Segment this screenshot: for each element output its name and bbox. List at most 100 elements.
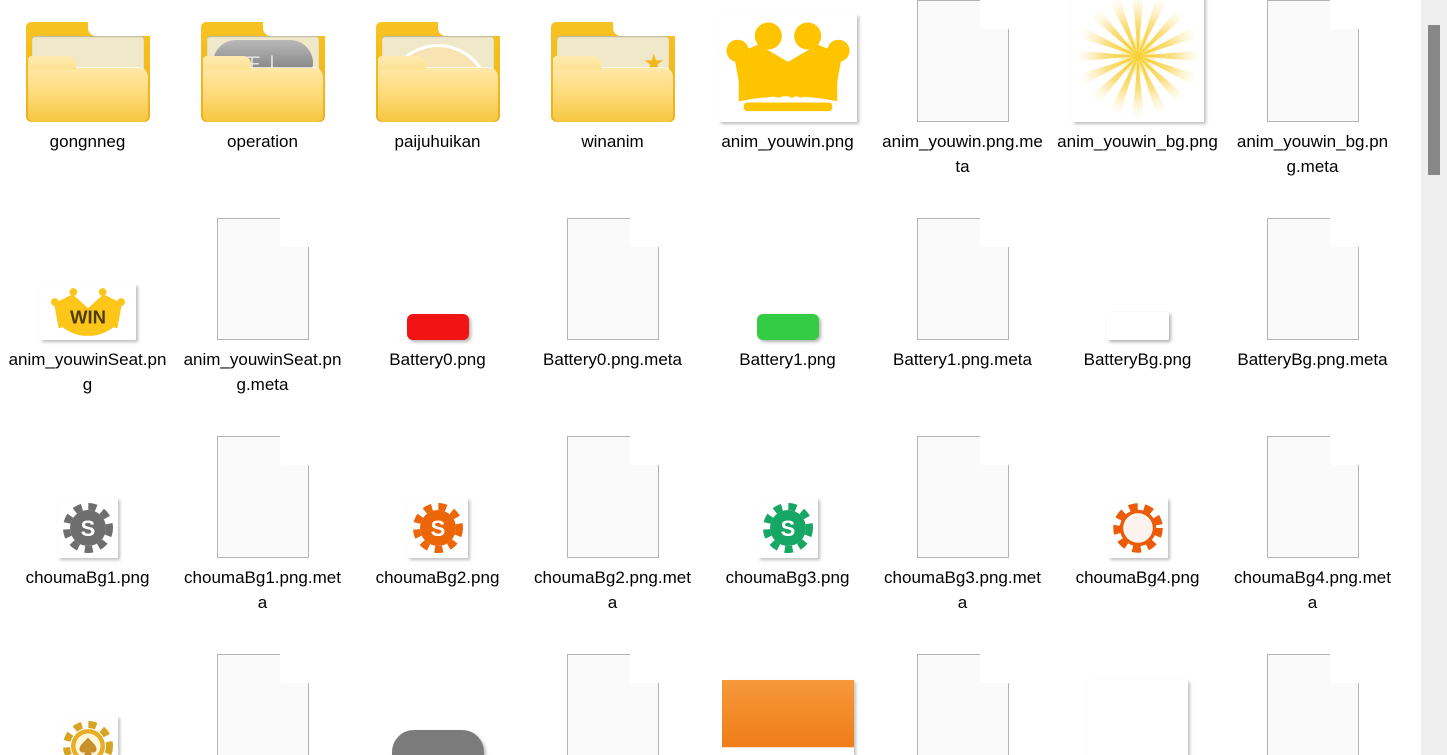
svg-text:S: S — [80, 516, 95, 541]
item-thumbnail — [1050, 0, 1225, 128]
item-thumbnail: S — [0, 424, 175, 564]
item-thumbnail — [0, 0, 175, 128]
item-thumbnail — [175, 206, 350, 346]
file-item[interactable]: 王丨 operation — [175, 0, 350, 154]
item-thumbnail — [1050, 424, 1225, 564]
file-item-label: choumaBg2.png — [375, 568, 500, 587]
file-item-label: choumaBg1.png — [25, 568, 150, 587]
file-item[interactable]: ★ winanim — [525, 0, 700, 154]
item-thumbnail — [1225, 424, 1400, 564]
battery-bar-icon — [406, 314, 469, 340]
file-item[interactable]: choumaBg1.png.meta — [175, 424, 350, 615]
svg-text:S: S — [780, 516, 795, 541]
file-item-label: winanim — [581, 132, 644, 151]
folder-icon — [375, 16, 500, 122]
item-thumbnail — [875, 0, 1050, 128]
file-item-label: gongnneg — [49, 132, 126, 151]
item-thumbnail: WIN — [700, 0, 875, 128]
file-item-label: BatteryBg.png — [1083, 350, 1192, 369]
file-page-icon — [216, 218, 309, 340]
file-item[interactable]: WIN anim_youwinSeat.png — [0, 206, 175, 397]
file-item-label: BatteryBg.png.meta — [1237, 350, 1388, 369]
file-item[interactable]: Battery1.png.meta — [875, 206, 1050, 372]
item-thumbnail — [525, 642, 700, 755]
item-thumbnail — [1225, 0, 1400, 128]
item-thumbnail — [1225, 642, 1400, 755]
item-thumbnail — [875, 206, 1050, 346]
file-item-label: anim_youwin_bg.png — [1057, 132, 1218, 151]
file-item[interactable] — [350, 642, 525, 755]
item-thumbnail — [1050, 642, 1225, 755]
file-item[interactable]: BatteryBg.png.meta — [1225, 206, 1400, 372]
item-thumbnail — [0, 642, 175, 755]
file-item-label: choumaBg3.png.meta — [884, 568, 1041, 612]
file-item[interactable] — [700, 642, 875, 755]
file-page-icon — [216, 436, 309, 558]
file-item[interactable]: choumaBg2.png.meta — [525, 424, 700, 615]
poker-chip-icon — [57, 716, 118, 755]
file-item[interactable]: BatteryBg.png — [1050, 206, 1225, 372]
folder-icon: ★ — [550, 16, 675, 122]
folder-icon — [25, 16, 150, 122]
file-item[interactable]: anim_youwin_bg.png.meta — [1225, 0, 1400, 179]
file-item[interactable]: gongnneg — [0, 0, 175, 154]
item-thumbnail: S — [700, 424, 875, 564]
file-item[interactable]: choumaBg4.png.meta — [1225, 424, 1400, 615]
file-item-label: operation — [227, 132, 298, 151]
file-explorer-content-pane[interactable]: gongnneg 王丨 operation paijuhuikan ★ winanim WI… — [0, 0, 1421, 755]
crown-win-seat-icon: WIN — [39, 284, 136, 340]
item-thumbnail: S — [350, 424, 525, 564]
item-thumbnail: ★ — [525, 0, 700, 128]
item-thumbnail: 王丨 — [175, 0, 350, 128]
file-item[interactable] — [1050, 642, 1225, 755]
item-thumbnail — [875, 642, 1050, 755]
file-page-icon — [1266, 436, 1359, 558]
file-item[interactable]: SchoumaBg3.png — [700, 424, 875, 590]
file-item[interactable]: anim_youwinSeat.png.meta — [175, 206, 350, 397]
white-card-icon — [1087, 680, 1188, 755]
file-item-label: paijuhuikan — [394, 132, 481, 151]
file-item[interactable]: SchoumaBg1.png — [0, 424, 175, 590]
folder-icon: 王丨 — [200, 16, 325, 122]
item-thumbnail — [350, 642, 525, 755]
file-item-label: choumaBg4.png.meta — [1234, 568, 1391, 612]
file-item[interactable]: anim_youwin.png.meta — [875, 0, 1050, 179]
file-item[interactable] — [875, 642, 1050, 755]
file-item[interactable]: Battery1.png — [700, 206, 875, 372]
file-item-label: choumaBg3.png — [725, 568, 850, 587]
file-item[interactable]: WIN anim_youwin.png — [700, 0, 875, 154]
file-item[interactable]: SchoumaBg2.png — [350, 424, 525, 590]
item-thumbnail — [700, 206, 875, 346]
file-item-label: anim_youwinSeat.png — [8, 350, 167, 394]
file-item[interactable]: anim_youwin_bg.png — [1050, 0, 1225, 154]
file-item[interactable]: paijuhuikan — [350, 0, 525, 154]
file-item[interactable] — [525, 642, 700, 755]
file-page-icon — [916, 218, 1009, 340]
file-item-label: Battery1.png — [739, 350, 836, 369]
file-page-icon — [566, 654, 659, 755]
file-item[interactable] — [175, 642, 350, 755]
file-item[interactable] — [0, 642, 175, 755]
file-item-label: choumaBg2.png.meta — [534, 568, 691, 612]
item-thumbnail — [700, 642, 875, 755]
file-item-label: anim_youwinSeat.png.meta — [183, 350, 342, 394]
file-page-icon — [916, 0, 1009, 122]
file-item-label: Battery1.png.meta — [893, 350, 1032, 369]
item-thumbnail — [525, 424, 700, 564]
file-page-icon — [566, 436, 659, 558]
file-page-icon — [1266, 218, 1359, 340]
file-item[interactable]: Battery0.png — [350, 206, 525, 372]
file-item[interactable] — [1225, 642, 1400, 755]
file-item[interactable]: choumaBg4.png — [1050, 424, 1225, 590]
file-item-label: Battery0.png — [389, 350, 486, 369]
file-item-label: anim_youwin_bg.png.meta — [1236, 132, 1389, 176]
file-item[interactable]: Battery0.png.meta — [525, 206, 700, 372]
file-item[interactable]: choumaBg3.png.meta — [875, 424, 1050, 615]
scrollbar-thumb[interactable] — [1428, 25, 1440, 175]
vertical-scrollbar[interactable] — [1421, 0, 1447, 755]
file-item-label: Battery0.png.meta — [543, 350, 682, 369]
item-thumbnail — [175, 642, 350, 755]
poker-chip-icon: S — [407, 498, 468, 558]
item-thumbnail — [350, 0, 525, 128]
file-page-icon — [1266, 654, 1359, 755]
